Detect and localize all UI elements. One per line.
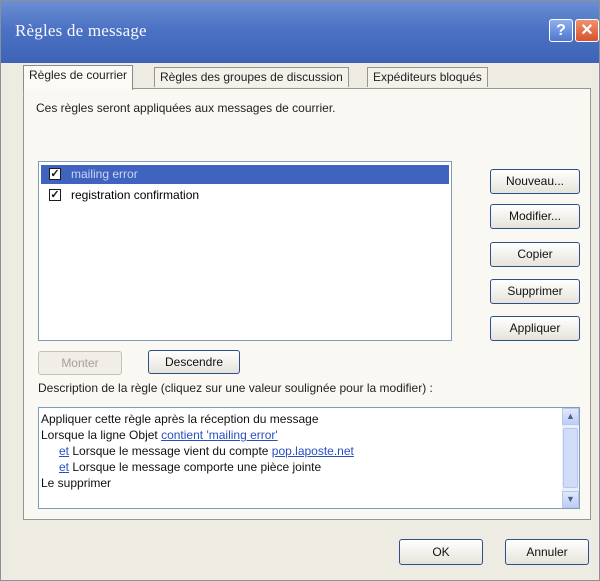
rule-item-registration-confirmation[interactable]: ✓ registration confirmation (41, 186, 449, 205)
desc-line-5: Le supprimer (41, 476, 112, 490)
window-title: Règles de message (15, 21, 147, 40)
scroll-thumb[interactable] (563, 428, 578, 488)
rule-label: mailing error (71, 167, 138, 181)
and-link[interactable]: et (59, 460, 69, 474)
modify-rule-button[interactable]: Modifier... (490, 204, 580, 229)
new-rule-button[interactable]: Nouveau... (490, 169, 580, 194)
rule-description-box: Appliquer cette règle après la réception… (38, 407, 580, 509)
desc-text: Lorsque le message comporte une pièce jo… (69, 460, 322, 474)
delete-rule-button[interactable]: Supprimer (490, 279, 580, 304)
message-rules-dialog: Règles de message ? ✕ Règles de courrier… (0, 0, 600, 581)
apply-rule-button[interactable]: Appliquer (490, 316, 580, 341)
account-link[interactable]: pop.laposte.net (272, 444, 354, 458)
desc-line-2: Lorsque la ligne Objet contient 'mailing… (41, 428, 278, 442)
rule-description-label: Description de la règle (cliquez sur une… (38, 381, 433, 395)
tab-blocked-senders[interactable]: Expéditeurs bloqués (367, 67, 488, 87)
cancel-button[interactable]: Annuler (505, 539, 589, 565)
checkbox-checked-icon[interactable]: ✓ (49, 189, 61, 201)
and-link[interactable]: et (59, 444, 69, 458)
move-down-button[interactable]: Descendre (148, 350, 240, 374)
tab-mail-rules[interactable]: Règles de courrier (23, 65, 134, 90)
scroll-down-icon[interactable]: ▼ (562, 491, 579, 508)
rule-label: registration confirmation (71, 188, 200, 202)
subject-condition-link[interactable]: contient 'mailing error' (161, 428, 278, 442)
desc-line-4: et Lorsque le message comporte une pièce… (59, 460, 321, 474)
title-bar: Règles de message ? ✕ (1, 1, 599, 63)
copy-rule-button[interactable]: Copier (490, 242, 580, 267)
rules-list[interactable]: ✓ mailing error ✓ registration confirmat… (38, 161, 452, 341)
close-icon[interactable]: ✕ (575, 19, 599, 42)
intro-text: Ces règles seront appliquées aux message… (36, 101, 336, 115)
ok-button[interactable]: OK (399, 539, 483, 565)
tab-panel: Ces règles seront appliquées aux message… (23, 88, 591, 520)
scroll-up-icon[interactable]: ▲ (562, 408, 579, 425)
move-up-button[interactable]: Monter (38, 351, 122, 375)
desc-text: Lorsque la ligne Objet (41, 428, 162, 442)
tab-newsgroup-rules[interactable]: Règles des groupes de discussion (154, 67, 349, 87)
desc-text: Lorsque le message vient du compte (69, 444, 272, 458)
description-scrollbar[interactable]: ▲ ▼ (562, 408, 579, 508)
rule-item-mailing-error[interactable]: ✓ mailing error (41, 165, 449, 184)
desc-line-1: Appliquer cette règle après la réception… (41, 412, 319, 426)
desc-line-3: et Lorsque le message vient du compte po… (59, 444, 354, 458)
help-icon[interactable]: ? (549, 19, 573, 42)
checkbox-checked-icon[interactable]: ✓ (49, 168, 61, 180)
